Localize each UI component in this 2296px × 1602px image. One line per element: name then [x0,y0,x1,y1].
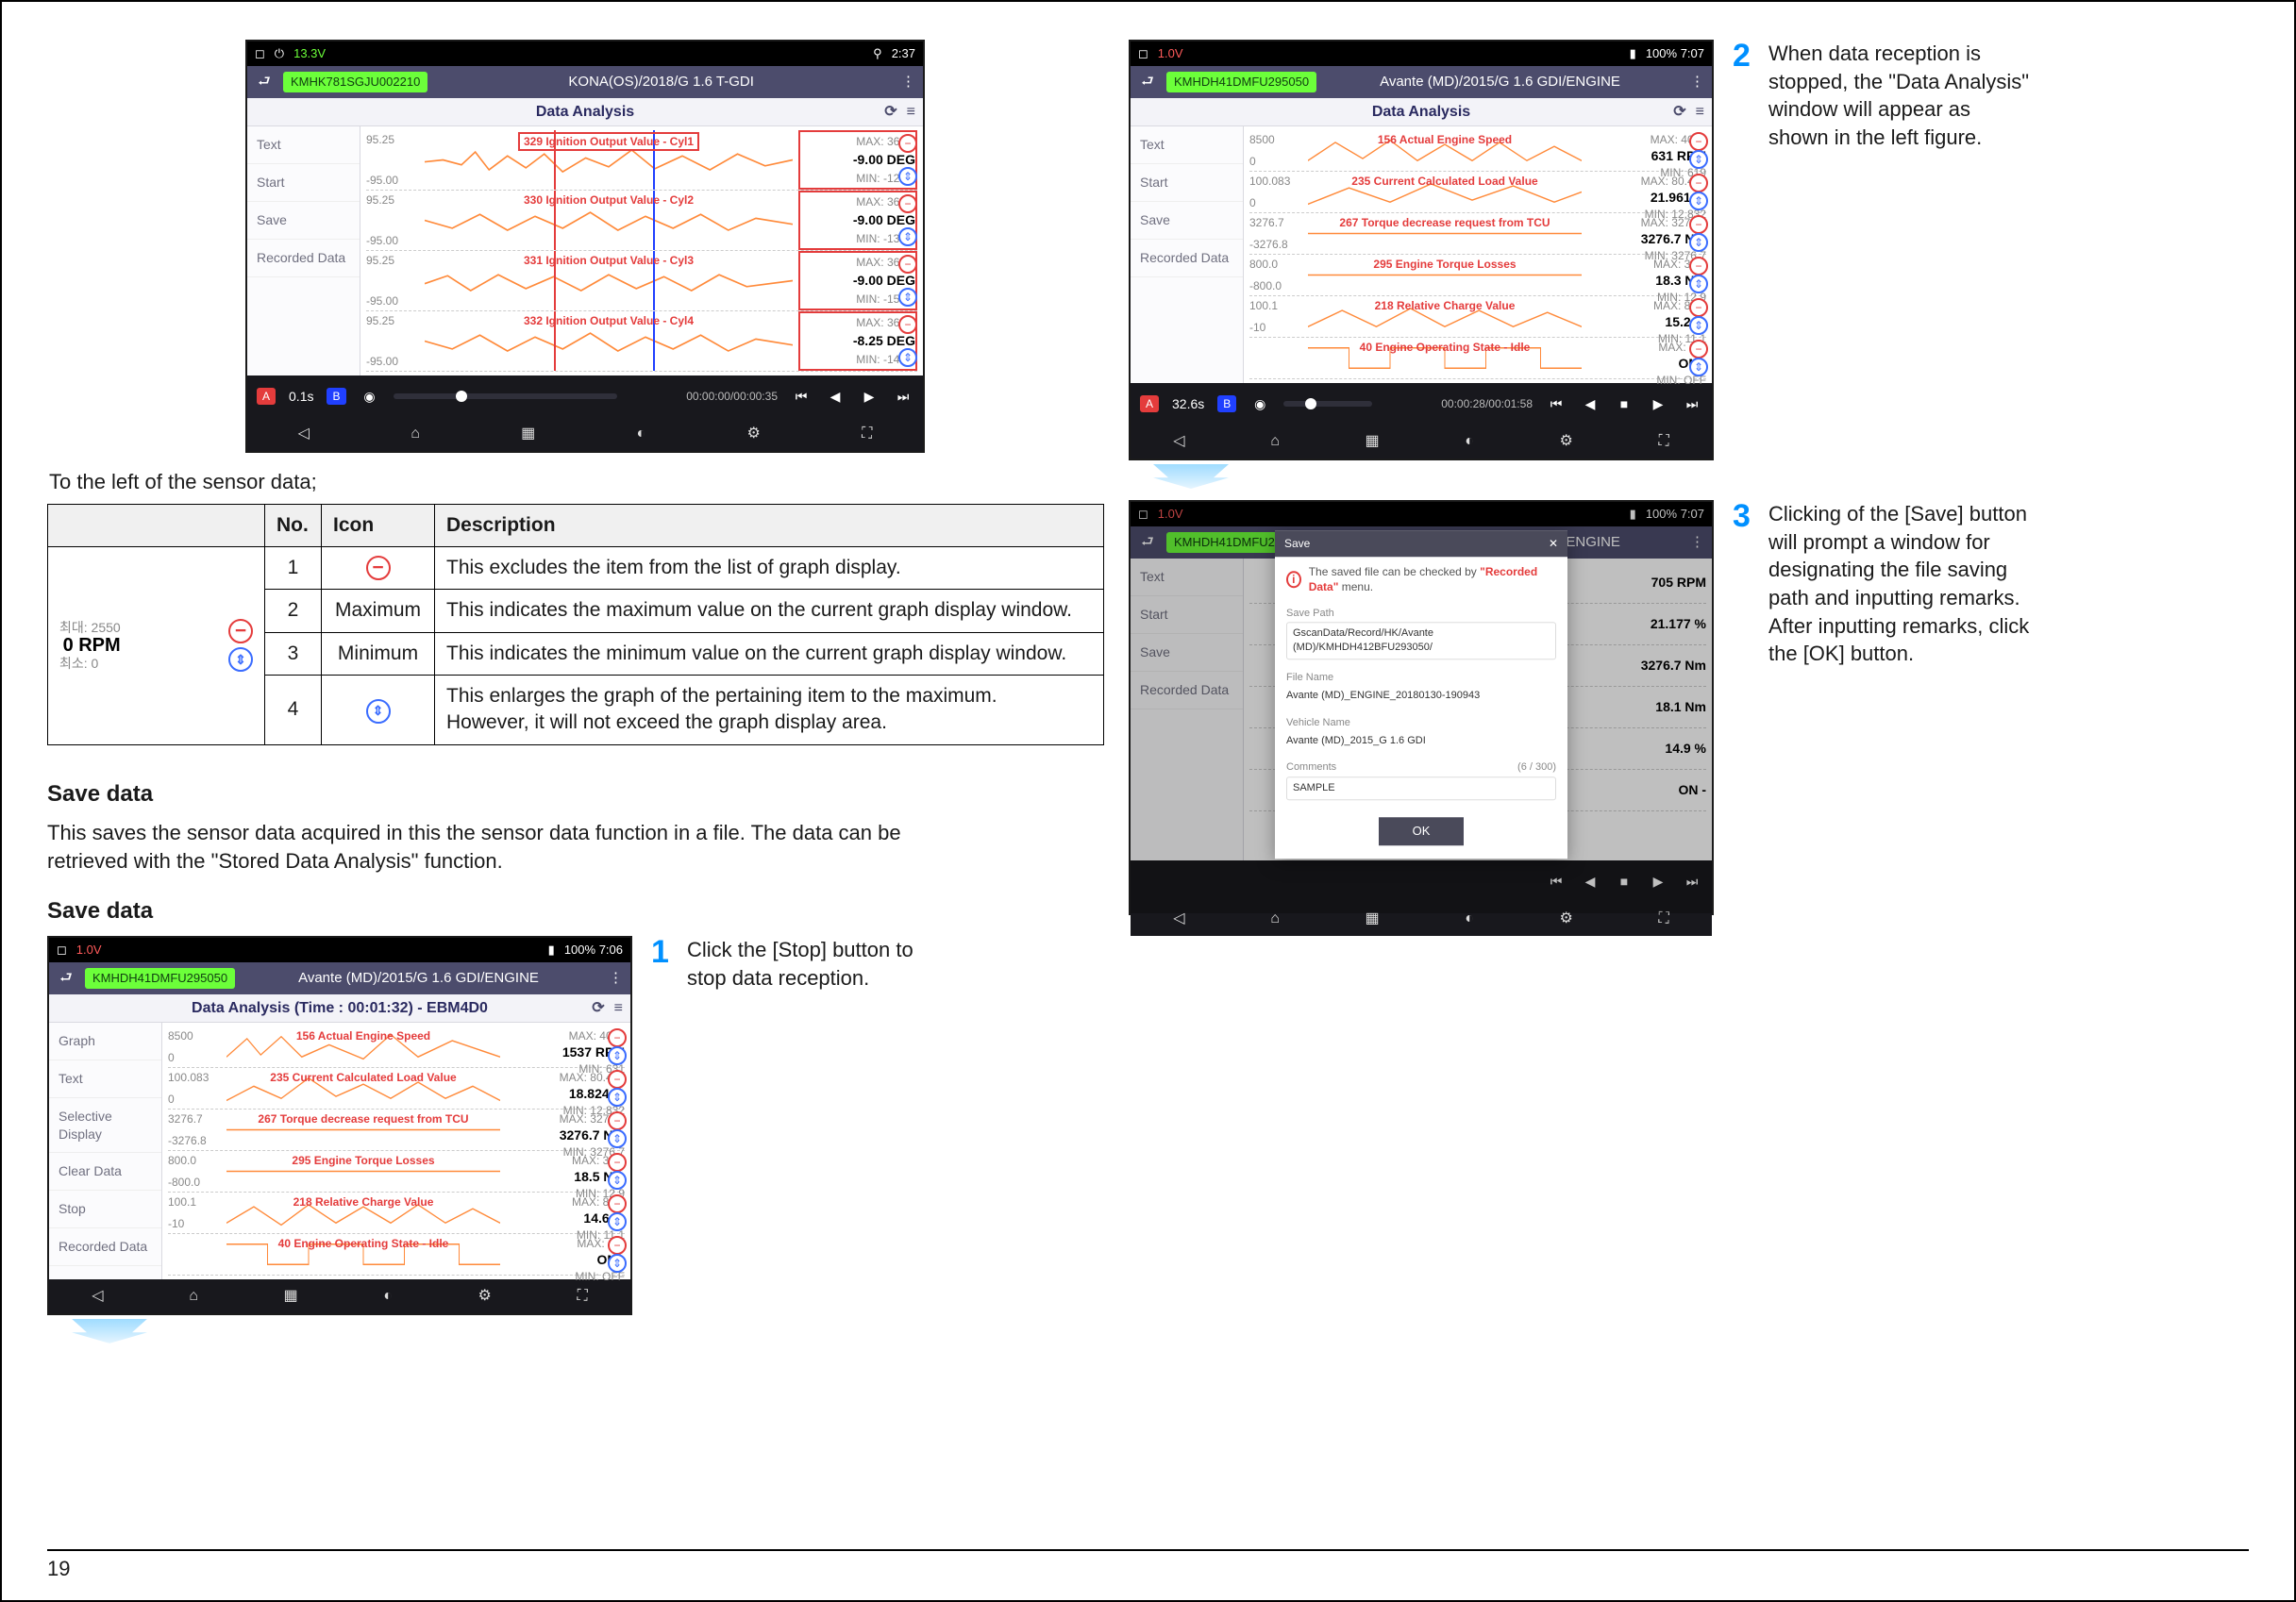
ok-button[interactable]: OK [1379,817,1464,845]
apps-icon[interactable]: ▦ [521,424,535,444]
callout-3: 3 Clicking of the [Save] button will pro… [1733,500,2033,668]
expand-icon[interactable]: ⇕ [898,348,917,367]
close-icon[interactable]: ✕ [1549,536,1558,551]
footer-rule [47,1549,2249,1551]
screenshot-save-step2: ◻1.0V ▮100% 7:07 ⮐ KMHDH41DMFU295050 Ava… [1129,40,1714,460]
vin-tag: KMHK781SGJU002210 [283,72,427,92]
forward-icon[interactable]: ⏭ [893,388,913,406]
callout-1: 1 Click the [Stop] button to stop data r… [651,936,951,992]
playback-bar: A 0.1s B ◉ 00:00:00/00:00:35 ⏮ ◀ ▶ ⏭ [247,375,923,417]
table-caption: To the left of the sensor data; [49,468,1104,496]
graph-row: 95.25-95.00 330 Ignition Output Value - … [366,191,917,251]
play-icon[interactable]: ▶ [859,388,880,406]
timecode: 00:00:00/00:00:35 [630,389,778,404]
section-title: Data Analysis ⟳ ≡ [247,98,923,126]
sidebar-item[interactable]: Recorded Data [247,240,360,277]
remove-icon: − [366,556,391,580]
vehicle-name-field: Avante (MD)_2015_G 1.6 GDI [1286,732,1556,750]
remove-icon: − [228,619,253,643]
cursor-a-tag[interactable]: A [257,388,276,405]
info-icon: i [1286,572,1301,589]
down-arrow-icon [72,1319,147,1343]
cursor-b-tag[interactable]: B [327,388,345,405]
expand-icon: ⇕ [366,699,391,724]
expand-icon[interactable]: ⇕ [898,167,917,186]
icon-description-table: No. Icon Description 최대: 2550 0 RPM 최 [47,504,1104,745]
callout-2: 2 When data reception is stopped, the "D… [1733,40,2033,152]
graph-row: 95.25-95.00 332 Ignition Output Value - … [366,311,917,372]
save-intro: This saves the sensor data acquired in t… [47,819,944,875]
comments-input[interactable]: SAMPLE [1286,777,1556,801]
graph-row: 95.25-95.00 329 Ignition Output Value - … [366,130,917,191]
file-name-field: Avante (MD)_ENGINE_20180130-190943 [1286,687,1556,705]
screenshot-save-step3: ◻1.0V ▮100% 7:07 ⮐KMHDH41DMFU295050Avant… [1129,500,1714,915]
capture-icon[interactable]: ⛶ [862,424,872,444]
menu-icon[interactable]: ⋮ [602,969,623,988]
remove-icon[interactable]: − [898,194,917,213]
refresh-icon[interactable]: ⟳ [884,102,897,123]
back-icon[interactable]: ◁ [298,424,310,444]
page-number: 19 [47,1555,70,1583]
record-icon[interactable]: ◉ [360,388,380,406]
vehicle-title: KONA(OS)/2018/G 1.6 T-GDI [437,73,885,92]
menu-icon[interactable]: ⋮ [895,73,915,92]
graph-row: 95.25-95.00 331 Ignition Output Value - … [366,251,917,311]
back-icon[interactable]: ⮐ [57,969,75,988]
save-path-field[interactable]: GscanData/Record/HK/Avante (MD)/KMHDH412… [1286,623,1556,660]
remove-icon[interactable]: − [898,134,917,153]
refresh-icon[interactable]: ⟳ [592,998,604,1019]
down-arrow-icon [1153,464,1229,489]
remove-icon[interactable]: − [898,315,917,334]
expand-icon: ⇕ [228,647,253,672]
save-heading: Save data [47,779,1104,809]
screenshot-save-step1: ◻1.0V ▮100% 7:06 ⮐ KMHDH41DMFU295050 Ava… [47,936,632,1315]
dialog-title: Save [1284,536,1310,551]
screenshot-data-analysis-cursors: ◻⏻13.3V ⚲2:37 ⮐ KMHK781SGJU002210 KONA(O… [245,40,925,453]
sidebar-item[interactable]: Text [247,126,360,164]
sidebar: Text Start Save Recorded Data [247,126,360,375]
status-bar: ◻⏻13.3V ⚲2:37 [247,42,923,66]
settings-icon[interactable]: ⚙ [746,424,760,444]
menu-icon[interactable]: ≡ [614,998,623,1019]
remove-icon[interactable]: − [898,255,917,274]
back-icon[interactable]: ⮐ [255,73,274,92]
header-bar: ⮐ KMHK781SGJU002210 KONA(OS)/2018/G 1.6 … [247,66,923,98]
scrubber[interactable] [394,393,618,399]
expand-icon[interactable]: ⇕ [898,288,917,307]
rewind-icon[interactable]: ⏮ [791,388,812,406]
expand-icon[interactable]: ⇕ [898,227,917,246]
save-subheading: Save data [47,896,1104,926]
system-navbar: ◁ ⌂ ▦ ◐ ⚙ ⛶ [247,417,923,451]
menu-icon[interactable]: ≡ [907,102,915,123]
sidebar-item[interactable]: Save [247,202,360,240]
save-dialog: Save ✕ i The saved file can be checked b… [1275,530,1567,859]
gauge-icon[interactable]: ◐ [637,424,646,444]
row-example-cell: 최대: 2550 0 RPM 최소: 0 − ⇕ [48,547,265,745]
graph-area: 95.25-95.00 329 Ignition Output Value - … [360,126,923,375]
home-icon[interactable]: ⌂ [411,424,420,444]
prev-icon[interactable]: ◀ [825,388,846,406]
sidebar-item[interactable]: Start [247,164,360,202]
